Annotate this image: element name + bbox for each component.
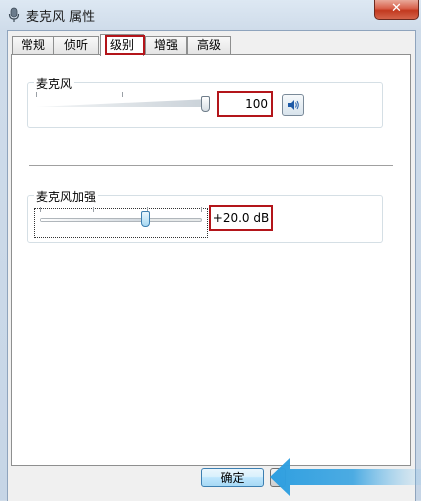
boost-group: 麦克风加强 +20.0 dB xyxy=(27,188,383,243)
slider-tick xyxy=(36,92,37,97)
tab-enhancements[interactable]: 增强 xyxy=(145,36,187,54)
tab-general[interactable]: 常规 xyxy=(12,36,54,54)
ok-button[interactable]: 确定 xyxy=(201,468,264,487)
mute-button[interactable] xyxy=(282,94,304,116)
dialog-client: 常规 侦听 级别 增强 高级 麦克风 100 麦克风加强 +20.0 dB 确定 xyxy=(7,30,416,501)
slider-tick xyxy=(122,92,123,97)
close-button[interactable]: ✕ xyxy=(374,0,419,20)
title-bar[interactable]: 麦克风 属性 ✕ xyxy=(0,0,421,30)
microphone-slider-thumb[interactable] xyxy=(201,96,210,112)
boost-slider-thumb[interactable] xyxy=(141,211,150,227)
properties-window: 麦克风 属性 ✕ 常规 侦听 级别 增强 高级 麦克风 100 麦克风加强 +2… xyxy=(0,0,421,501)
tab-listen[interactable]: 侦听 xyxy=(53,36,99,54)
tab-highlight xyxy=(105,35,145,55)
boost-track-fill xyxy=(41,219,147,221)
microphone-icon xyxy=(8,7,20,22)
levels-panel: 麦克风 100 麦克风加强 +20.0 dB xyxy=(11,54,411,466)
boost-label: 麦克风加强 xyxy=(34,188,99,205)
slider-ramp xyxy=(36,99,210,107)
slider-tick xyxy=(201,207,202,212)
section-divider xyxy=(29,165,393,167)
microphone-level-slider[interactable] xyxy=(36,92,210,112)
boost-slider-track xyxy=(40,218,202,222)
slider-tick xyxy=(40,207,41,212)
window-title: 麦克风 属性 xyxy=(26,10,96,25)
microphone-group: 麦克风 100 xyxy=(27,75,383,128)
microphone-label: 麦克风 xyxy=(34,75,75,92)
speaker-volume-icon xyxy=(288,100,299,110)
microphone-level-input[interactable]: 100 xyxy=(217,91,273,117)
boost-slider[interactable] xyxy=(40,207,202,227)
tab-advanced[interactable]: 高级 xyxy=(187,36,231,54)
slider-tick xyxy=(93,207,94,212)
pointer-arrow-icon xyxy=(270,458,421,496)
boost-value: +20.0 dB xyxy=(209,205,273,231)
